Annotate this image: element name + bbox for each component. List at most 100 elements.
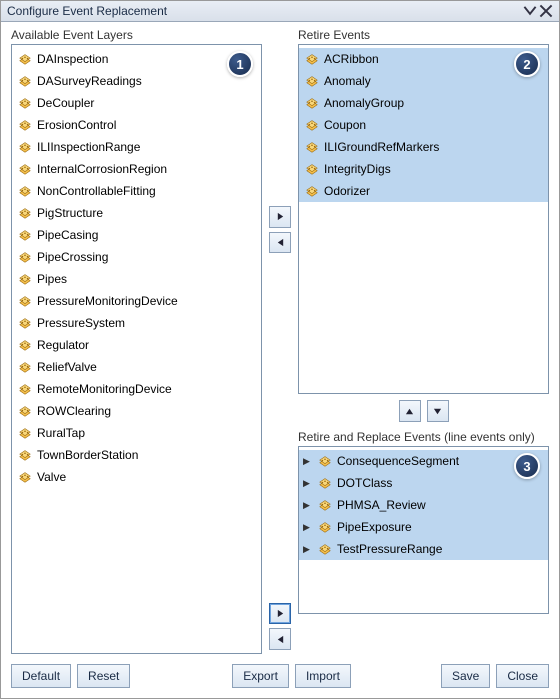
list-item[interactable]: ▶ PipeExposure xyxy=(299,516,548,538)
layer-icon xyxy=(318,477,332,489)
list-item[interactable]: ▶ConsequenceSegment xyxy=(299,450,548,472)
layer-icon xyxy=(305,185,319,197)
list-item-label: TownBorderStation xyxy=(37,448,138,462)
layer-icon xyxy=(305,75,319,87)
list-item-label: ReliefValve xyxy=(37,360,97,374)
list-item[interactable]: PigStructure xyxy=(12,202,261,224)
layer-icon xyxy=(18,229,32,241)
list-item[interactable]: IntegrityDigs xyxy=(299,158,548,180)
reset-button[interactable]: Reset xyxy=(77,664,130,688)
layer-icon xyxy=(18,53,32,65)
save-button[interactable]: Save xyxy=(441,664,490,688)
list-item-label: DASurveyReadings xyxy=(37,74,142,88)
move-up-button[interactable] xyxy=(399,400,421,422)
right-column: Retire Events 2 ACRibbonAnomalyAnomalyGr… xyxy=(298,28,549,654)
list-item-label: Valve xyxy=(37,470,66,484)
move-buttons-column xyxy=(266,28,294,654)
layer-icon xyxy=(18,207,32,219)
list-item[interactable]: RuralTap xyxy=(12,422,261,444)
list-item-label: PipeExposure xyxy=(337,520,412,534)
list-item[interactable]: Anomaly xyxy=(299,70,548,92)
close-button[interactable]: Close xyxy=(496,664,549,688)
list-item[interactable]: Pipes xyxy=(12,268,261,290)
layer-icon xyxy=(18,163,32,175)
layer-icon xyxy=(18,449,32,461)
move-left-retire-button[interactable] xyxy=(269,232,291,254)
layer-icon xyxy=(18,141,32,153)
list-item[interactable]: PressureMonitoringDevice xyxy=(12,290,261,312)
available-list[interactable]: 1 DAInspection DASurveyReadings DeCoupler E… xyxy=(11,44,262,654)
layer-icon xyxy=(318,543,332,555)
expand-icon[interactable]: ▶ xyxy=(303,544,313,555)
list-item[interactable]: DAInspection xyxy=(12,48,261,70)
layer-icon xyxy=(305,97,319,109)
layer-icon xyxy=(18,317,32,329)
list-item[interactable]: Valve xyxy=(12,466,261,488)
list-item-label: DAInspection xyxy=(37,52,108,66)
export-button[interactable]: Export xyxy=(232,664,289,688)
list-item[interactable]: ROWClearing xyxy=(12,400,261,422)
list-item[interactable]: DeCoupler xyxy=(12,92,261,114)
list-item[interactable]: RemoteMonitoringDevice xyxy=(12,378,261,400)
list-item-label: PressureMonitoringDevice xyxy=(37,294,178,308)
content-area: Available Event Layers 1 DAInspectionDAS… xyxy=(1,22,559,658)
list-item[interactable]: InternalCorrosionRegion xyxy=(12,158,261,180)
layer-icon xyxy=(18,383,32,395)
list-item-label: ROWClearing xyxy=(37,404,111,418)
list-item[interactable]: DASurveyReadings xyxy=(12,70,261,92)
minimize-icon[interactable] xyxy=(523,4,537,18)
list-item[interactable]: PressureSystem xyxy=(12,312,261,334)
list-item[interactable]: PipeCasing xyxy=(12,224,261,246)
expand-icon[interactable]: ▶ xyxy=(303,456,313,467)
footer: Default Reset Export Import Save Close xyxy=(1,658,559,698)
list-item[interactable]: Odorizer xyxy=(299,180,548,202)
list-item-label: PipeCrossing xyxy=(37,250,108,264)
list-item[interactable]: ILIGroundRefMarkers xyxy=(299,136,548,158)
list-item[interactable]: ReliefValve xyxy=(12,356,261,378)
retire-list[interactable]: 2 ACRibbonAnomalyAnomalyGroupCouponILIGr… xyxy=(298,44,549,394)
list-item[interactable]: ErosionControl xyxy=(12,114,261,136)
layer-icon xyxy=(305,141,319,153)
layer-icon xyxy=(18,75,32,87)
titlebar: Configure Event Replacement xyxy=(1,1,559,22)
list-item[interactable]: AnomalyGroup xyxy=(299,92,548,114)
list-item-label: ILIGroundRefMarkers xyxy=(324,140,439,154)
list-item-label: Odorizer xyxy=(324,184,370,198)
list-item[interactable]: ILIInspectionRange xyxy=(12,136,261,158)
replace-list[interactable]: 3 ▶ConsequenceSegment▶DOTClass▶PHMSA_Rev… xyxy=(298,446,549,614)
import-button[interactable]: Import xyxy=(295,664,351,688)
list-item-label: ILIInspectionRange xyxy=(37,140,140,154)
move-right-replace-button[interactable] xyxy=(269,603,291,625)
list-item[interactable]: Regulator xyxy=(12,334,261,356)
list-item-label: PigStructure xyxy=(37,206,103,220)
list-item-label: ErosionControl xyxy=(37,118,116,132)
list-item[interactable]: ▶DOTClass xyxy=(299,472,548,494)
expand-icon[interactable]: ▶ xyxy=(303,478,313,489)
move-down-button[interactable] xyxy=(427,400,449,422)
move-left-replace-button[interactable] xyxy=(269,628,291,650)
list-item[interactable]: ACRibbon xyxy=(299,48,548,70)
expand-icon[interactable]: ▶ xyxy=(303,522,313,533)
list-item-label: Coupon xyxy=(324,118,366,132)
list-item[interactable]: PipeCrossing xyxy=(12,246,261,268)
badge-1: 1 xyxy=(227,51,253,77)
available-column: Available Event Layers 1 DAInspectionDAS… xyxy=(11,28,262,654)
layer-icon xyxy=(18,339,32,351)
list-item-label: RuralTap xyxy=(37,426,85,440)
list-item-label: PressureSystem xyxy=(37,316,125,330)
move-right-retire-button[interactable] xyxy=(269,206,291,228)
expand-icon[interactable]: ▶ xyxy=(303,500,313,511)
layer-icon xyxy=(18,471,32,483)
list-item-label: NonControllableFitting xyxy=(37,184,156,198)
list-item-label: TestPressureRange xyxy=(337,542,442,556)
list-item[interactable]: TownBorderStation xyxy=(12,444,261,466)
list-item-label: Pipes xyxy=(37,272,67,286)
list-item[interactable]: ▶ TestPressureRange xyxy=(299,538,548,560)
list-item[interactable]: ▶PHMSA_Review xyxy=(299,494,548,516)
layer-icon xyxy=(18,427,32,439)
list-item-label: InternalCorrosionRegion xyxy=(37,162,167,176)
list-item[interactable]: NonControllableFitting xyxy=(12,180,261,202)
default-button[interactable]: Default xyxy=(11,664,71,688)
close-icon[interactable] xyxy=(539,4,553,18)
list-item[interactable]: Coupon xyxy=(299,114,548,136)
